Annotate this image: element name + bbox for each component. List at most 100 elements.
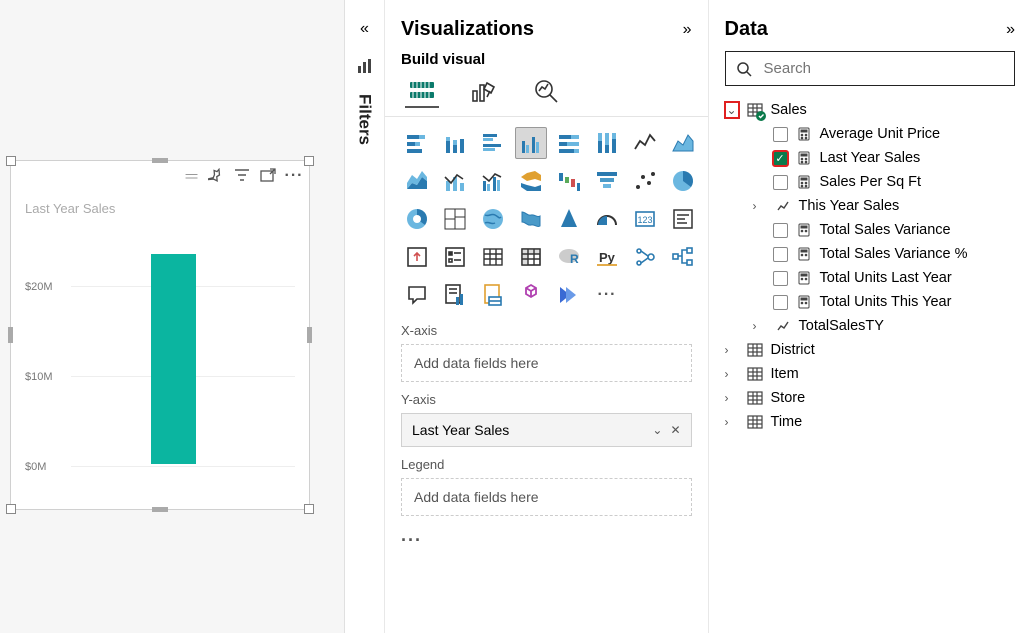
- clustered-column-icon[interactable]: [515, 127, 547, 159]
- chevron-right-icon[interactable]: ›: [725, 367, 739, 381]
- remove-icon[interactable]: ✕: [670, 423, 680, 437]
- field-total-sales-variance-pct[interactable]: Total Sales Variance %: [725, 242, 1016, 266]
- checkbox[interactable]: [773, 223, 788, 238]
- y-axis-field-chip[interactable]: Last Year Sales ⌄ ✕: [401, 413, 692, 447]
- hundred-stacked-column-icon[interactable]: [591, 127, 623, 159]
- area-chart-icon[interactable]: [667, 127, 699, 159]
- format-visual-tab[interactable]: [467, 74, 501, 108]
- chevron-down-icon[interactable]: ⌄: [652, 423, 662, 437]
- ribbon-chart-icon[interactable]: [515, 165, 547, 197]
- chevron-right-icon[interactable]: ›: [725, 391, 739, 405]
- stacked-bar-icon[interactable]: [401, 127, 433, 159]
- resize-handle[interactable]: [8, 327, 13, 343]
- collapse-icon[interactable]: »: [683, 21, 692, 39]
- table-icon[interactable]: [477, 241, 509, 273]
- hundred-stacked-bar-icon[interactable]: [553, 127, 585, 159]
- x-axis-well[interactable]: Add data fields here: [401, 344, 692, 382]
- clustered-bar-icon[interactable]: [477, 127, 509, 159]
- resize-handle[interactable]: [152, 507, 168, 512]
- line-chart-icon[interactable]: [629, 127, 661, 159]
- checkbox-checked[interactable]: ✓: [773, 151, 788, 166]
- narrative-icon[interactable]: [439, 279, 471, 311]
- card-icon[interactable]: 123: [629, 203, 661, 235]
- r-visual-icon[interactable]: R: [553, 241, 585, 273]
- py-visual-icon[interactable]: Py: [591, 241, 623, 273]
- paginated-report-icon[interactable]: [477, 279, 509, 311]
- report-canvas[interactable]: == ··· Last Year Sales $0M $10M $20M: [0, 0, 345, 633]
- gauge-icon[interactable]: [591, 203, 623, 235]
- field-total-sales-ty[interactable]: › TotalSalesTY: [725, 314, 1016, 338]
- chevron-right-icon[interactable]: ›: [753, 319, 767, 333]
- chevron-right-icon[interactable]: ›: [725, 415, 739, 429]
- table-time[interactable]: › Time: [725, 410, 1016, 434]
- table-sales[interactable]: ⌄ Sales: [725, 98, 1016, 122]
- field-avg-unit-price[interactable]: Average Unit Price: [725, 122, 1016, 146]
- collapse-icon[interactable]: »: [1006, 21, 1015, 39]
- field-label: Total Units This Year: [820, 294, 952, 310]
- resize-handle[interactable]: [304, 504, 314, 514]
- key-influencers-icon[interactable]: [629, 241, 661, 273]
- search-box[interactable]: [725, 51, 1016, 86]
- checkbox[interactable]: [773, 295, 788, 310]
- stacked-column-icon[interactable]: [439, 127, 471, 159]
- more-visuals-icon[interactable]: ···: [591, 279, 623, 311]
- kpi-icon[interactable]: [401, 241, 433, 273]
- multirow-card-icon[interactable]: [667, 203, 699, 235]
- field-sales-per-sqft[interactable]: Sales Per Sq Ft: [725, 170, 1016, 194]
- checkbox[interactable]: [773, 247, 788, 262]
- expand-icon[interactable]: «: [360, 20, 369, 38]
- pane-title: Data»: [725, 18, 1016, 41]
- drag-icon[interactable]: ==: [181, 167, 199, 185]
- stacked-area-icon[interactable]: [401, 165, 433, 197]
- treemap-icon[interactable]: [439, 203, 471, 235]
- map-icon[interactable]: [477, 203, 509, 235]
- donut-icon[interactable]: [401, 203, 433, 235]
- field-this-year-sales[interactable]: › This Year Sales: [725, 194, 1016, 218]
- matrix-icon[interactable]: [515, 241, 547, 273]
- resize-handle[interactable]: [6, 504, 16, 514]
- field-total-sales-variance[interactable]: Total Sales Variance: [725, 218, 1016, 242]
- bar[interactable]: [151, 254, 196, 464]
- table-store[interactable]: › Store: [725, 386, 1016, 410]
- legend-well[interactable]: Add data fields here: [401, 478, 692, 516]
- waterfall-icon[interactable]: [553, 165, 585, 197]
- appsource-icon[interactable]: [515, 279, 547, 311]
- funnel-icon[interactable]: [591, 165, 623, 197]
- resize-handle[interactable]: [6, 156, 16, 166]
- chevron-right-icon[interactable]: ›: [753, 199, 767, 213]
- focus-icon[interactable]: [259, 167, 277, 185]
- field-last-year-sales[interactable]: ✓ Last Year Sales: [725, 146, 1016, 170]
- checkbox[interactable]: [773, 127, 788, 142]
- analytics-tab[interactable]: [529, 74, 563, 108]
- pie-icon[interactable]: [667, 165, 699, 197]
- bar-chart-visual[interactable]: == ··· Last Year Sales $0M $10M $20M: [10, 160, 310, 510]
- power-automate-icon[interactable]: [553, 279, 585, 311]
- table-item[interactable]: › Item: [725, 362, 1016, 386]
- build-visual-tab[interactable]: [405, 74, 439, 108]
- resize-handle[interactable]: [304, 156, 314, 166]
- more-icon[interactable]: ···: [285, 167, 303, 185]
- pin-icon[interactable]: [207, 167, 225, 185]
- filters-pane-collapsed[interactable]: « Filters: [345, 0, 385, 633]
- more-fields-icon[interactable]: ···: [401, 530, 692, 551]
- checkbox[interactable]: [773, 175, 788, 190]
- line-clustered-column-icon[interactable]: [477, 165, 509, 197]
- field-total-units-this-year[interactable]: Total Units This Year: [725, 290, 1016, 314]
- filled-map-icon[interactable]: [515, 203, 547, 235]
- azure-map-icon[interactable]: [553, 203, 585, 235]
- table-district[interactable]: › District: [725, 338, 1016, 362]
- search-input[interactable]: [762, 59, 1005, 78]
- filter-icon[interactable]: [233, 167, 251, 185]
- chevron-right-icon[interactable]: ›: [725, 343, 739, 357]
- line-stacked-column-icon[interactable]: [439, 165, 471, 197]
- resize-handle[interactable]: [307, 327, 312, 343]
- slicer-icon[interactable]: [439, 241, 471, 273]
- qa-visual-icon[interactable]: [401, 279, 433, 311]
- decomposition-tree-icon[interactable]: [667, 241, 699, 273]
- field-total-units-last-year[interactable]: Total Units Last Year: [725, 266, 1016, 290]
- chevron-down-icon[interactable]: ⌄: [725, 102, 739, 118]
- svg-text:R: R: [570, 252, 579, 266]
- checkbox[interactable]: [773, 271, 788, 286]
- resize-handle[interactable]: [152, 158, 168, 163]
- scatter-icon[interactable]: [629, 165, 661, 197]
